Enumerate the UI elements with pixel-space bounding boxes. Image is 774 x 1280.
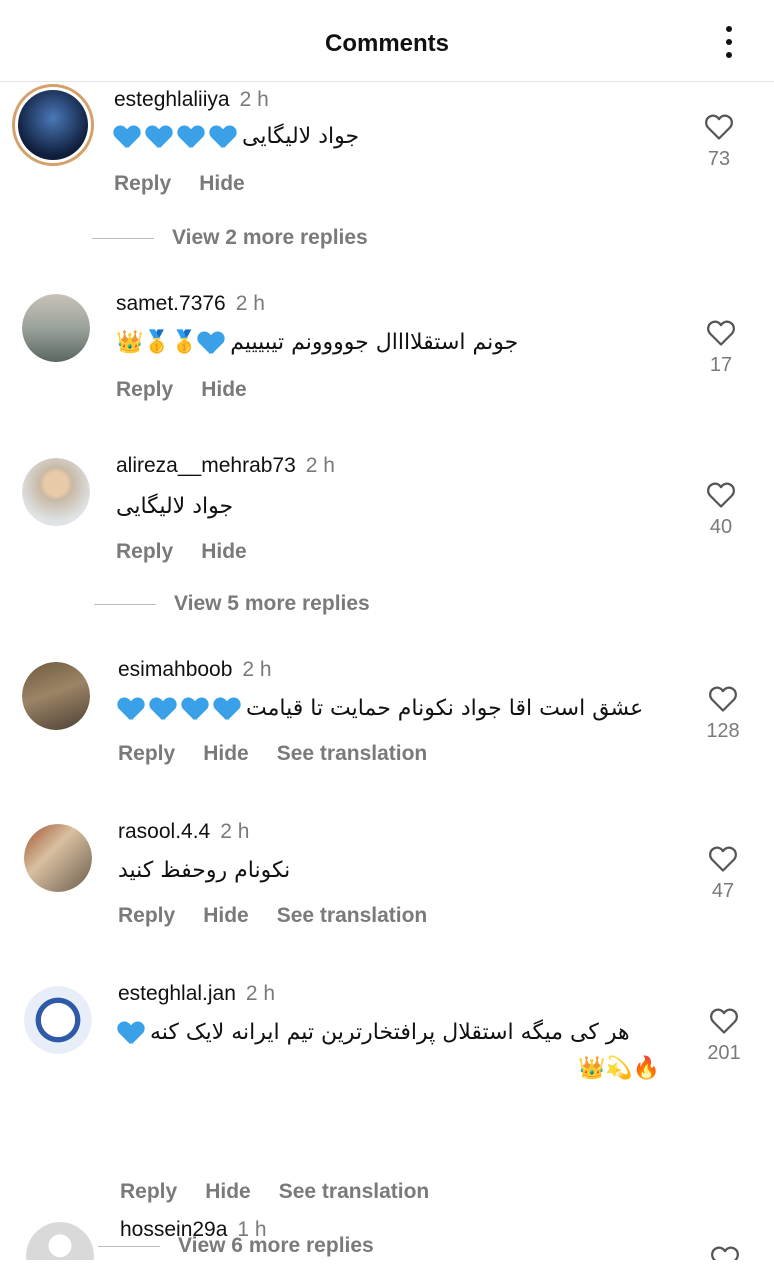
comment-text: عشق است اقا جواد نکونام حمایت تا قیامت bbox=[118, 696, 643, 721]
comment-username[interactable]: alireza__mehrab73 bbox=[116, 454, 296, 477]
like-count: 40 bbox=[709, 516, 733, 538]
like-count: 47 bbox=[711, 880, 735, 902]
like-control: 17 bbox=[696, 318, 746, 377]
comment-time: 2 h bbox=[245, 982, 276, 1005]
like-count: 73 bbox=[707, 148, 731, 170]
comment-text: جواد لالیگایی bbox=[116, 494, 233, 519]
heart-icon[interactable] bbox=[709, 1006, 739, 1034]
avatar[interactable] bbox=[22, 662, 90, 730]
comment-username[interactable]: samet.7376 bbox=[116, 292, 226, 315]
view-more-replies[interactable]: View 5 more replies bbox=[94, 592, 370, 616]
more-options-icon[interactable] bbox=[722, 26, 736, 58]
comment-text-body: جواد لالیگایی bbox=[116, 494, 234, 519]
comment-username[interactable]: hossein29a bbox=[120, 1218, 227, 1241]
like-count: 17 bbox=[709, 354, 733, 376]
comment-time: 2 h bbox=[305, 454, 335, 477]
divider-line bbox=[92, 237, 154, 239]
comments-list[interactable]: esteghlaliiya 2 h جواد لالیگایی Reply Hide… bbox=[0, 82, 774, 1260]
like-control: 201 bbox=[699, 1006, 749, 1065]
see-translation-button[interactable]: See translation bbox=[279, 1180, 430, 1203]
heart-icon[interactable] bbox=[706, 480, 736, 508]
avatar[interactable] bbox=[22, 294, 90, 362]
comment-time: 2 h bbox=[235, 292, 265, 315]
heart-icon[interactable] bbox=[708, 844, 738, 872]
comment-text-body: عشق است اقا جواد نکونام حمایت تا قیامت bbox=[246, 696, 644, 721]
emoji-line: 🔥💫👑 bbox=[578, 1056, 660, 1081]
reply-button[interactable]: Reply bbox=[114, 172, 171, 195]
reply-button[interactable]: Reply bbox=[116, 540, 173, 563]
medal-and-crown-emoji: 🥇🥇👑 bbox=[116, 330, 199, 355]
like-control: 73 bbox=[694, 112, 744, 171]
comment-time: 2 h bbox=[220, 820, 250, 843]
reply-button[interactable]: Reply bbox=[116, 378, 173, 401]
like-count: 201 bbox=[707, 1042, 741, 1064]
comment-text-body: هر کی میگه استقلال پرافتخارترین تیم ایرا… bbox=[150, 1020, 630, 1045]
view-more-replies-label: View 2 more replies bbox=[172, 226, 368, 249]
heart-icon[interactable] bbox=[708, 684, 738, 712]
like-control bbox=[700, 1244, 750, 1260]
page-title: Comments bbox=[324, 30, 450, 57]
divider-line bbox=[94, 603, 156, 605]
comment-text: نکونام روحفظ کنید bbox=[118, 858, 290, 883]
comment-text: جواد لالیگایی bbox=[114, 124, 359, 149]
avatar[interactable] bbox=[22, 458, 90, 526]
avatar[interactable] bbox=[24, 824, 92, 892]
heart-icon[interactable] bbox=[704, 112, 734, 140]
reply-button[interactable]: Reply bbox=[120, 1180, 177, 1203]
hide-button[interactable]: Hide bbox=[199, 172, 245, 195]
comment-username[interactable]: esteghlal.jan bbox=[118, 982, 236, 1005]
fire-dizzy-crown-emoji: 🔥💫👑 bbox=[578, 1056, 661, 1081]
comment-text-body: نکونام روحفظ کنید bbox=[118, 858, 291, 883]
bottom-edge bbox=[0, 1260, 774, 1280]
see-translation-button[interactable]: See translation bbox=[277, 742, 428, 765]
comment-text: جونم استقلاااال جوووونم تیبیییم 🥇🥇👑 bbox=[116, 330, 518, 355]
comment-time: 2 h bbox=[242, 658, 272, 681]
reply-button[interactable]: Reply bbox=[118, 904, 175, 927]
comment-time: 2 h bbox=[239, 88, 269, 111]
view-more-replies-label: View 5 more replies bbox=[174, 592, 370, 615]
avatar[interactable] bbox=[12, 84, 94, 166]
reply-button[interactable]: Reply bbox=[118, 742, 175, 765]
hide-button[interactable]: Hide bbox=[201, 378, 247, 401]
hide-button[interactable]: Hide bbox=[201, 540, 247, 563]
like-count: 128 bbox=[706, 720, 740, 742]
comment-username[interactable]: esteghlaliiya bbox=[114, 88, 230, 111]
hide-button[interactable]: Hide bbox=[205, 1180, 251, 1203]
comment-time: 1 h bbox=[237, 1218, 267, 1241]
comment-text-body: جونم استقلاااال جوووونم تیبیییم bbox=[230, 330, 519, 355]
avatar[interactable] bbox=[26, 1222, 94, 1260]
like-control: 47 bbox=[698, 844, 748, 903]
comment-text-body: جواد لالیگایی bbox=[242, 124, 360, 149]
divider-line bbox=[98, 1245, 160, 1247]
avatar[interactable] bbox=[24, 986, 92, 1054]
hide-button[interactable]: Hide bbox=[203, 742, 249, 765]
view-more-replies[interactable]: View 2 more replies bbox=[92, 226, 368, 250]
comment-username[interactable]: esimahboob bbox=[118, 658, 232, 681]
blue-heart-emoji bbox=[198, 330, 230, 355]
blue-heart-emoji-group bbox=[114, 124, 242, 149]
blue-heart-emoji-group bbox=[118, 696, 246, 721]
top-bar: Comments bbox=[0, 0, 774, 82]
like-control: 128 bbox=[698, 684, 748, 743]
hide-button[interactable]: Hide bbox=[203, 904, 249, 927]
comment-text: هر کی میگه استقلال پرافتخارترین تیم ایرا… bbox=[118, 1020, 674, 1045]
blue-heart-emoji bbox=[118, 1020, 150, 1045]
heart-icon[interactable] bbox=[706, 318, 736, 346]
comment-username[interactable]: rasool.4.4 bbox=[118, 820, 210, 843]
heart-icon[interactable] bbox=[710, 1244, 740, 1260]
like-control: 40 bbox=[696, 480, 746, 539]
see-translation-button[interactable]: See translation bbox=[277, 904, 428, 927]
